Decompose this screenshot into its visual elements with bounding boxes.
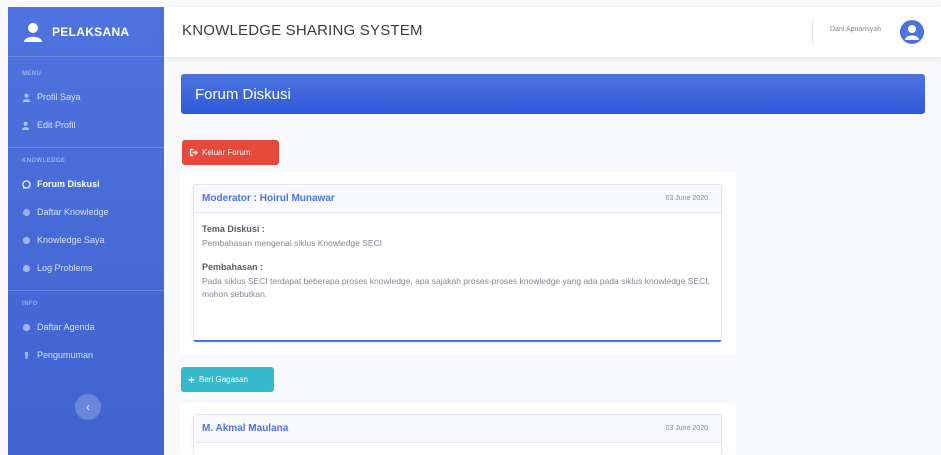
add-idea-button[interactable]: + Beri Gagasan [181, 367, 274, 392]
post-date: 03 June 2020 [665, 425, 708, 432]
sidebar-item-forum-diskusi[interactable]: Forum Diskusi [8, 170, 164, 198]
sidebar-item-log-problems[interactable]: Log Problems [8, 254, 164, 282]
folder-icon [22, 208, 31, 216]
sidebar-item-edit-profil[interactable]: Edit Profil [8, 111, 164, 139]
sidebar-item-knowledge-saya[interactable]: Knowledge Saya [8, 226, 164, 254]
brand-name: PELAKSANA [52, 24, 130, 39]
sign-out-icon [189, 148, 198, 157]
card-header: Moderator : Hoirul Munawar 03 June 2020 [194, 185, 721, 213]
sidebar-item-label: Daftar Agenda [37, 322, 95, 332]
sidebar-item-pengumuman[interactable]: Pengumuman [8, 341, 164, 369]
post-author: M. Akmal Maulana [202, 423, 289, 434]
discussion-label: Pembahasan : [202, 262, 264, 273]
book-icon [22, 236, 31, 244]
user-edit-icon [22, 121, 30, 130]
exit-forum-label: Keluar Forum [202, 148, 251, 157]
discussion-card: Moderator : Hoirul Munawar 03 June 2020 … [193, 184, 722, 342]
sidebar-item-daftar-knowledge[interactable]: Daftar Knowledge [8, 198, 164, 226]
reply-card: M. Akmal Maulana 03 June 2020 [193, 414, 722, 455]
user-name[interactable]: Dani Apriansyah [830, 26, 881, 33]
discussion-text: Pada siklus SECI terdapat beberapa prose… [202, 276, 710, 299]
sidebar-item-label: Knowledge Saya [37, 235, 105, 245]
comment-icon [22, 179, 31, 189]
avatar[interactable] [900, 20, 924, 44]
card-body: Tema Diskusi : Pembahasan mengenai siklu… [194, 213, 721, 324]
sidebar: PELAKSANA MENU Profil Saya Edit Profil K… [8, 7, 164, 455]
sidebar-divider [8, 147, 164, 148]
add-idea-label: Beri Gagasan [199, 375, 248, 384]
page-title: Forum Diskusi [181, 74, 925, 114]
topic-label: Tema Diskusi : [202, 224, 265, 234]
topic-text: Pembahasan mengenai siklus Knowledge SEC… [202, 238, 383, 248]
sidebar-brand[interactable]: PELAKSANA [8, 7, 164, 57]
topbar-divider [812, 19, 813, 45]
calendar-icon [22, 323, 31, 331]
post-date: 03 June 2020 [665, 195, 708, 202]
sidebar-item-daftar-agenda[interactable]: Daftar Agenda [8, 313, 164, 341]
user-icon [22, 93, 31, 102]
plus-icon: + [188, 372, 196, 387]
sidebar-item-label: Pengumuman [37, 350, 94, 360]
sidebar-item-profil-saya[interactable]: Profil Saya [8, 83, 164, 111]
sidebar-item-label: Edit Profil [37, 120, 76, 130]
bullhorn-icon [24, 351, 29, 359]
user-icon [24, 22, 42, 42]
topbar: KNOWLEDGE SHARING SYSTEM Dani Apriansyah [164, 7, 941, 57]
sidebar-item-label: Log Problems [37, 263, 93, 273]
post-author: Moderator : Hoirul Munawar [202, 193, 335, 204]
app-title: KNOWLEDGE SHARING SYSTEM [182, 22, 423, 39]
sidebar-item-label: Forum Diskusi [37, 179, 100, 189]
exit-forum-button[interactable]: Keluar Forum [182, 140, 279, 165]
sidebar-toggle-button[interactable]: ‹ [75, 394, 101, 420]
card-header: M. Akmal Maulana 03 June 2020 [194, 415, 721, 443]
sidebar-divider [8, 290, 164, 291]
list-icon [22, 264, 31, 272]
sidebar-item-label: Profil Saya [37, 92, 81, 102]
sidebar-item-label: Daftar Knowledge [37, 207, 109, 217]
chevron-left-icon: ‹ [86, 400, 90, 414]
